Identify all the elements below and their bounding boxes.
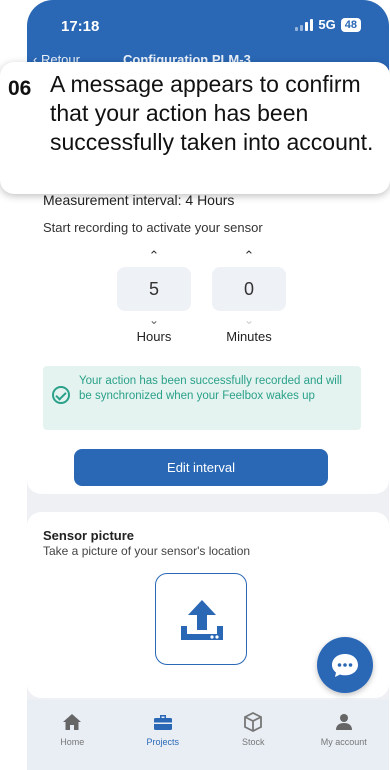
tab-home[interactable]: Home [27,700,118,770]
callout-text: A message appears to confirm that your a… [50,71,374,155]
network-label: 5G [318,17,336,32]
tab-my-account[interactable]: My account [299,700,390,770]
hours-picker[interactable]: ⌃ 5 ⌄ Hours [117,249,191,344]
minutes-label: Minutes [226,329,272,344]
chat-bubble-icon [332,654,358,677]
edit-interval-button[interactable]: Edit interval [74,449,328,486]
minutes-up-chevron-icon[interactable]: ⌃ [212,249,286,265]
interval-card: Measurement interval: 4 Hours Start reco… [27,170,389,494]
status-time: 17:18 [61,18,100,35]
briefcase-icon [118,711,209,733]
home-icon [27,711,118,733]
bottom-tab-bar: Home Projects Stock My account [27,700,389,770]
tab-stock-label: Stock [241,737,265,747]
callout-step-number: 06 [8,77,32,100]
sensor-picture-title: Sensor picture [43,528,135,543]
tab-my-account-label: My account [320,737,367,747]
sensor-picture-subtitle: Take a picture of your sensor's location [43,544,251,558]
signal-icon [295,18,314,31]
box-icon [208,711,299,733]
hours-value[interactable]: 5 [117,267,191,311]
instruction-callout: 06 A message appears to confirm that you… [0,62,390,194]
battery-icon: 48 [340,17,361,32]
minutes-value[interactable]: 0 [212,267,286,311]
person-icon [299,711,390,733]
tab-projects-label: Projects [146,737,179,747]
status-indicators: 5G 48 [295,17,361,32]
minutes-down-chevron-icon[interactable]: ⌄ [212,311,286,327]
tab-projects[interactable]: Projects [118,700,209,770]
minutes-picker[interactable]: ⌃ 0 ⌄ Minutes [212,249,286,344]
start-recording-text: Start recording to activate your sensor [43,220,263,235]
tab-home-label: Home [60,737,85,747]
hours-label: Hours [136,329,172,344]
success-alert: Your action has been successfully record… [43,366,361,430]
check-circle-icon [52,386,70,404]
upload-icon [181,600,223,640]
hours-up-chevron-icon[interactable]: ⌃ [117,249,191,265]
success-message: Your action has been successfully record… [79,375,342,402]
upload-picture-button[interactable] [155,573,247,665]
chat-button[interactable] [317,637,373,693]
tab-stock[interactable]: Stock [208,700,299,770]
hours-down-chevron-icon[interactable]: ⌄ [117,311,191,327]
interval-title: Measurement interval: 4 Hours [43,192,235,208]
